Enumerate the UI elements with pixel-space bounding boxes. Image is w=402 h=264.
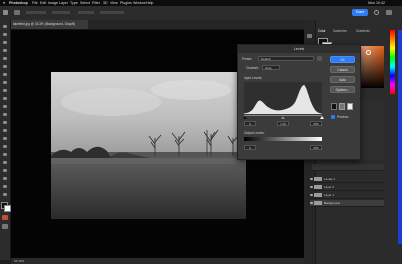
tool-option-field[interactable] <box>26 11 46 14</box>
eye-icon[interactable] <box>310 177 313 180</box>
preview-checkbox[interactable] <box>331 115 335 119</box>
zoom-level[interactable]: 33.33% <box>14 258 24 264</box>
history-brush-tool-icon[interactable] <box>2 104 8 109</box>
layer-thumbnail <box>314 177 322 181</box>
input-white-field[interactable]: 255 <box>310 121 322 126</box>
document-tab-bar: lakefield.jpg @ 33.3% (Background, Gray/… <box>10 20 304 30</box>
eraser-tool-icon[interactable] <box>2 112 8 117</box>
histogram <box>244 82 322 114</box>
layer-row[interactable]: Layer 1 <box>310 192 384 199</box>
quick-select-tool-icon[interactable] <box>2 48 8 53</box>
cancel-button[interactable]: Cancel <box>330 66 355 73</box>
layer-thumbnail <box>314 185 322 189</box>
eye-icon[interactable] <box>310 201 313 204</box>
marquee-tool-icon[interactable] <box>2 32 8 37</box>
tool-option-field[interactable] <box>52 11 70 14</box>
gradient-tool-icon[interactable] <box>2 120 8 125</box>
clone-stamp-tool-icon[interactable] <box>2 96 8 101</box>
more-tools-icon[interactable] <box>2 192 8 197</box>
hand-tool-icon[interactable] <box>2 176 8 181</box>
output-black-field[interactable]: 0 <box>244 145 256 150</box>
path-selection-tool-icon[interactable] <box>2 160 8 165</box>
preset-options-icon[interactable] <box>317 56 322 61</box>
layer-name[interactable]: Background <box>324 200 340 206</box>
share-button[interactable]: Share <box>352 9 368 16</box>
levels-dialog: Levels Preset: Default Channel: Gray Inp… <box>237 44 361 160</box>
lasso-tool-icon[interactable] <box>2 40 8 45</box>
eyedropper-tool-icon[interactable] <box>2 72 8 77</box>
tool-preset-icon[interactable] <box>14 10 20 15</box>
type-tool-icon[interactable] <box>2 152 8 157</box>
pen-tool-icon[interactable] <box>2 144 8 149</box>
tab-swatches[interactable]: Swatches <box>333 29 347 33</box>
output-levels-label: Output Levels: <box>244 131 265 135</box>
tool-option-field[interactable] <box>78 11 94 14</box>
document-tab[interactable]: lakefield.jpg @ 33.3% (Background, Gray/… <box>10 20 88 29</box>
options-bar: Share <box>0 6 402 21</box>
home-icon[interactable] <box>3 10 8 15</box>
dodge-tool-icon[interactable] <box>2 136 8 141</box>
status-bar: 33.33% <box>11 258 304 264</box>
gray-eyedropper-icon[interactable] <box>339 103 345 110</box>
ok-button[interactable]: OK <box>330 56 355 63</box>
layer-name[interactable]: Levels 1 <box>324 176 335 182</box>
tools-panel <box>0 20 11 260</box>
healing-brush-tool-icon[interactable] <box>2 80 8 85</box>
dialog-title[interactable]: Levels <box>238 45 360 53</box>
background-color-swatch[interactable] <box>4 205 11 212</box>
black-point-slider[interactable] <box>243 116 247 119</box>
history-icon[interactable] <box>307 34 312 38</box>
hue-slider[interactable] <box>390 30 395 94</box>
move-tool-icon[interactable] <box>2 24 8 29</box>
eye-icon[interactable] <box>310 193 313 196</box>
workspace-icon[interactable] <box>386 10 392 15</box>
input-gamma-field[interactable]: 1.00 <box>277 121 289 126</box>
output-white-field[interactable]: 255 <box>310 145 322 150</box>
tab-color[interactable]: Color <box>318 29 326 33</box>
quick-mask-icon[interactable] <box>2 215 8 220</box>
channel-label: Channel: <box>246 66 259 70</box>
tab-gradients[interactable]: Gradients <box>356 29 370 33</box>
options-button[interactable]: Options... <box>330 86 355 93</box>
layer-row-selected[interactable]: Background <box>310 200 384 207</box>
color-picker-handle[interactable] <box>366 50 371 55</box>
layer-row[interactable]: Layer 2 <box>310 184 384 191</box>
tool-option-field[interactable] <box>100 11 124 14</box>
layers-panel-header <box>312 164 384 171</box>
layer-thumbnail <box>314 201 322 205</box>
search-icon[interactable] <box>374 10 379 15</box>
auto-button[interactable]: Auto <box>330 76 355 83</box>
input-black-field[interactable]: 0 <box>244 121 256 126</box>
blur-tool-icon[interactable] <box>2 128 8 133</box>
eye-icon[interactable] <box>310 185 313 188</box>
output-gradient <box>244 137 322 141</box>
input-levels-label: Input Levels: <box>244 76 263 80</box>
screen-mode-icon[interactable] <box>2 224 8 229</box>
zoom-tool-icon[interactable] <box>2 184 8 189</box>
black-eyedropper-icon[interactable] <box>331 103 337 110</box>
document-image[interactable] <box>51 72 246 219</box>
layer-row[interactable]: Levels 1 <box>310 176 384 183</box>
layer-name[interactable]: Layer 1 <box>324 192 334 198</box>
gamma-slider[interactable] <box>281 116 285 119</box>
preview-label: Preview <box>337 115 349 119</box>
white-eyedropper-icon[interactable] <box>347 103 353 110</box>
frame-tool-icon[interactable] <box>2 64 8 69</box>
crop-tool-icon[interactable] <box>2 56 8 61</box>
channel-select[interactable]: Gray <box>262 65 280 70</box>
preset-label: Preset: <box>242 57 253 61</box>
preset-select[interactable]: Default <box>258 56 314 61</box>
panel-accent-bar <box>398 30 402 244</box>
layer-thumbnail <box>314 193 322 197</box>
layer-name[interactable]: Layer 2 <box>324 184 334 190</box>
shape-tool-icon[interactable] <box>2 168 8 173</box>
white-point-slider[interactable] <box>320 116 324 119</box>
brush-tool-icon[interactable] <box>2 88 8 93</box>
